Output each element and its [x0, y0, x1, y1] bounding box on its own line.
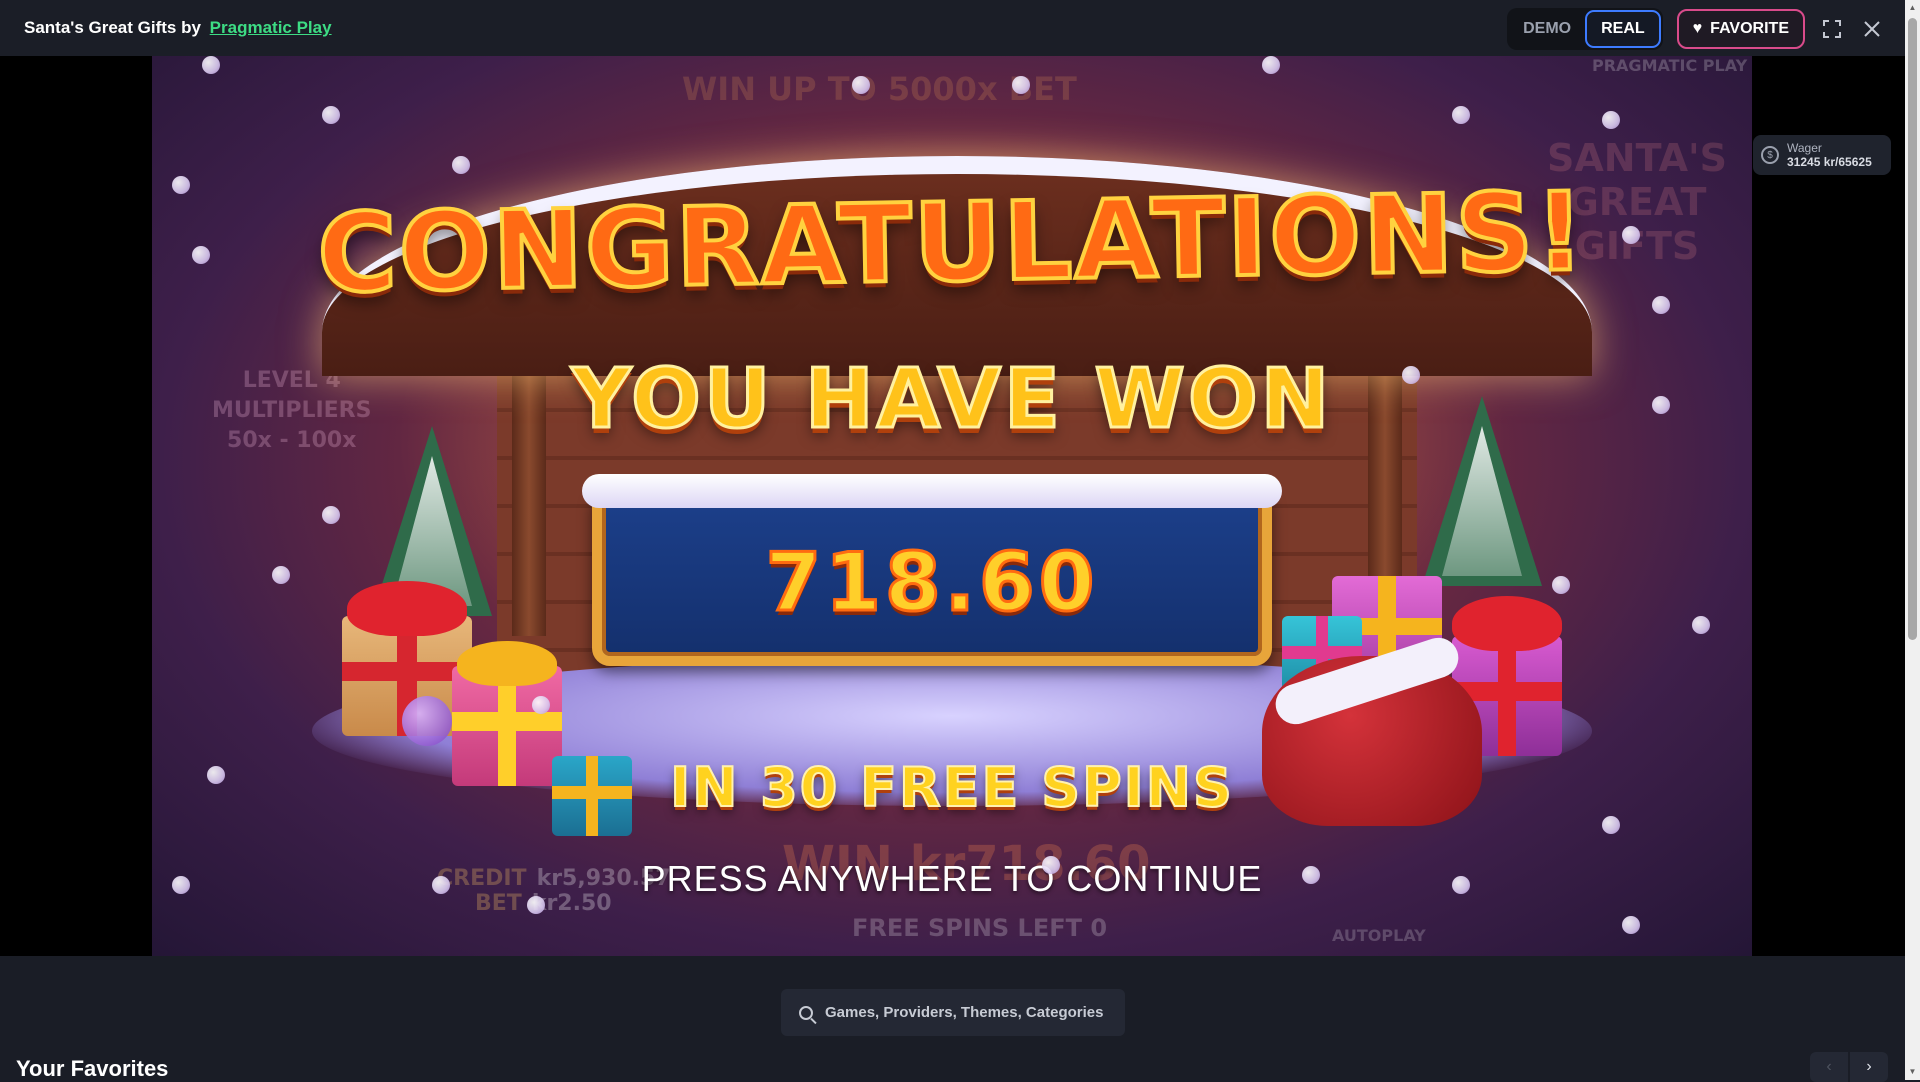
bg-autoplay-button: AUTOPLAY: [1332, 926, 1426, 945]
win-amount: 718.60: [764, 535, 1099, 631]
favorites-pager: ‹ ›: [1810, 1052, 1888, 1082]
gift-bow-gold-left: [457, 641, 557, 686]
mode-toggle: DEMO REAL: [1507, 8, 1663, 50]
chevron-right-icon[interactable]: ›: [1850, 1052, 1888, 1082]
snowball: [1302, 866, 1320, 884]
snowball: [1652, 296, 1670, 314]
close-icon[interactable]: [1859, 16, 1885, 42]
snowball: [1452, 106, 1470, 124]
scroll-thumb[interactable]: [1908, 18, 1917, 640]
provider-link[interactable]: Pragmatic Play: [210, 18, 332, 37]
game-title-text: Santa's Great Gifts by: [24, 18, 201, 37]
snowball: [1402, 366, 1420, 384]
chevron-left-icon[interactable]: ‹: [1810, 1052, 1848, 1082]
snowball: [192, 246, 210, 264]
snowball: [852, 76, 870, 94]
snowball: [1552, 576, 1570, 594]
snowball: [207, 766, 225, 784]
scroll-up-icon[interactable]: ▲: [1908, 3, 1917, 13]
wager-label: Wager: [1787, 141, 1822, 155]
snowy-tree-right: [1422, 396, 1542, 586]
wager-widget[interactable]: $ Wager 31245 kr/65625: [1753, 135, 1891, 175]
search-icon: [799, 1005, 813, 1020]
bg-provider-logo: PRAGMATIC PLAY: [1592, 56, 1748, 75]
ornament-purple: [402, 696, 452, 746]
snowball: [272, 566, 290, 584]
snowball: [172, 176, 190, 194]
topbar-actions: DEMO REAL ♥ FAVORITE: [1507, 8, 1885, 50]
snowball: [1622, 916, 1640, 934]
snowball: [1692, 616, 1710, 634]
wager-value: 31245 kr/65625: [1787, 155, 1872, 169]
snowball: [202, 56, 220, 74]
snowball: [1622, 226, 1640, 244]
game-canvas[interactable]: WIN UP TO 5000x BET PRAGMATIC PLAY SANTA…: [152, 56, 1752, 956]
amount-box-snow: [582, 474, 1282, 508]
real-mode-button[interactable]: REAL: [1585, 10, 1661, 48]
win-amount-box: 718.60: [592, 488, 1272, 666]
snowball: [1452, 876, 1470, 894]
search-input[interactable]: Games, Providers, Themes, Categories: [825, 1004, 1103, 1021]
snowball: [1602, 816, 1620, 834]
snowball: [432, 876, 450, 894]
snowball: [1262, 56, 1280, 74]
search-bar[interactable]: Games, Providers, Themes, Categories: [781, 989, 1125, 1036]
bg-free-spins-left: FREE SPINS LEFT 0: [852, 914, 1108, 942]
snowball: [527, 896, 545, 914]
snowball: [532, 696, 550, 714]
heart-icon: ♥: [1692, 20, 1703, 37]
favorite-label: FAVORITE: [1710, 20, 1789, 37]
wager-icon: $: [1761, 146, 1779, 164]
snowball: [452, 156, 470, 174]
top-bar: Santa's Great Gifts by Pragmatic Play DE…: [0, 0, 1905, 56]
snowball: [1652, 396, 1670, 414]
favorites-heading: Your Favorites: [16, 1056, 169, 1081]
snowball: [322, 106, 340, 124]
press-to-continue[interactable]: PRESS ANYWHERE TO CONTINUE: [152, 858, 1752, 900]
snowball: [1012, 76, 1030, 94]
page-scrollbar[interactable]: ▲ ▼: [1905, 0, 1920, 1080]
scroll-down-icon[interactable]: ▼: [1908, 1067, 1917, 1077]
snowball: [172, 876, 190, 894]
favorite-button[interactable]: ♥ FAVORITE: [1676, 9, 1805, 49]
snowball: [1042, 856, 1060, 874]
gift-bow-red-left: [347, 581, 467, 636]
game-frame[interactable]: WIN UP TO 5000x BET PRAGMATIC PLAY SANTA…: [0, 56, 1905, 956]
fullscreen-icon[interactable]: [1819, 16, 1845, 42]
snowball: [322, 506, 340, 524]
free-spins-text: IN 30 FREE SPINS: [669, 755, 1234, 820]
gift-bow-red-right: [1452, 596, 1562, 651]
demo-mode-button[interactable]: DEMO: [1509, 10, 1585, 48]
game-title: Santa's Great Gifts by Pragmatic Play: [24, 18, 332, 38]
snowball: [1602, 111, 1620, 129]
